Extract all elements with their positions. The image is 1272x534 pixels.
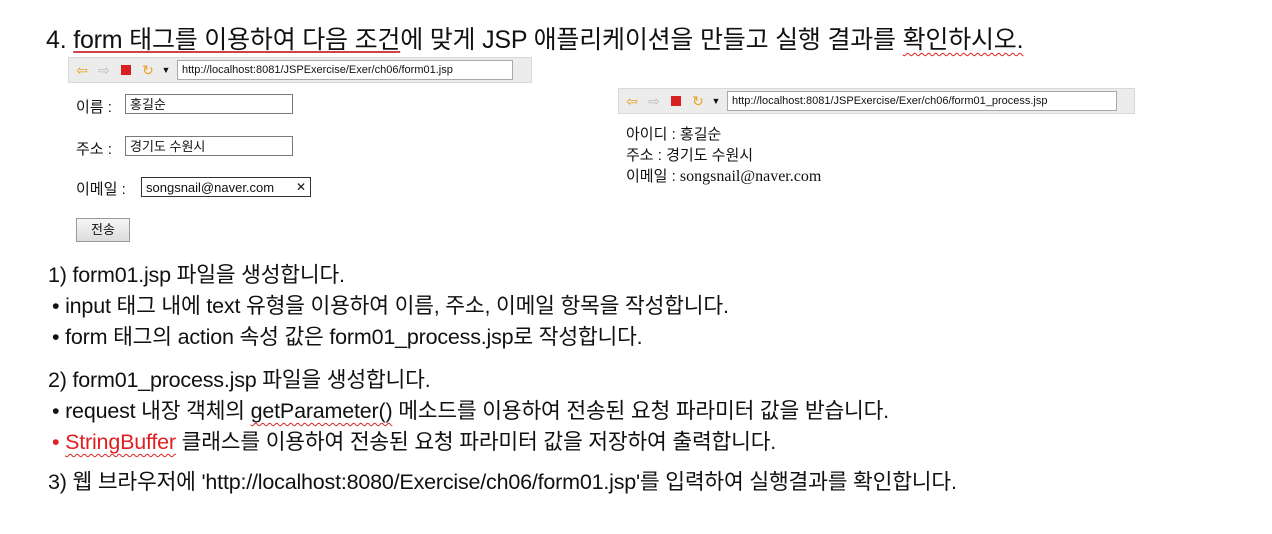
back-arrow-icon[interactable]: ⇦ xyxy=(73,61,91,79)
result-email-label: 이메일 : xyxy=(626,168,676,185)
step2-bullet1: • request 내장 객체의 getParameter() 메소드를 이용하… xyxy=(52,394,889,425)
email-input[interactable]: songsnail@naver.com xyxy=(141,177,311,197)
left-address-bar[interactable]: http://localhost:8081/JSPExercise/Exer/c… xyxy=(177,60,513,80)
step2-bullet2-dot: • xyxy=(52,430,66,454)
forward-arrow-icon[interactable]: ⇨ xyxy=(645,92,663,110)
back-arrow-icon[interactable]: ⇦ xyxy=(623,92,641,110)
dropdown-icon[interactable]: ▼ xyxy=(161,61,171,79)
result-email-line: 이메일 : songsnail@naver.com xyxy=(626,166,821,187)
title-spellcheck-text: 확인하시오. xyxy=(902,26,1024,54)
step2-bullet2-post: 클래스를 이용하여 전송된 요청 파라미터 값을 저장하여 출력합니다. xyxy=(175,430,777,454)
forward-arrow-icon[interactable]: ⇨ xyxy=(95,61,113,79)
question-title: 4. form 태그를 이용하여 다음 조건에 맞게 JSP 애플리케이션을 만… xyxy=(46,20,1024,56)
stop-icon[interactable] xyxy=(117,61,135,79)
submit-button[interactable]: 전송 xyxy=(76,218,130,242)
step3-heading: 3) 웹 브라우저에 'http://localhost:8080/Exerci… xyxy=(48,470,957,494)
result-id-value: 홍길순 xyxy=(679,126,722,143)
left-browser-toolbar: ⇦ ⇨ ↻ ▼ http://localhost:8081/JSPExercis… xyxy=(68,57,532,83)
question-number: 4. xyxy=(46,26,67,54)
name-label: 이름 : xyxy=(76,99,112,116)
address-input[interactable]: 경기도 수원시 xyxy=(125,136,293,156)
right-browser-toolbar: ⇦ ⇨ ↻ ▼ http://localhost:8081/JSPExercis… xyxy=(618,88,1135,114)
result-address-label: 주소 : xyxy=(626,147,662,164)
step1-bullet2: • form 태그의 action 속성 값은 form01_process.j… xyxy=(52,325,643,349)
title-underlined-text: form 태그를 이용하여 다음 조건 xyxy=(73,26,401,54)
result-id-line: 아이디 : 홍길순 xyxy=(626,124,721,145)
getparameter-method: getParameter() xyxy=(250,399,393,423)
step1-heading: 1) form01.jsp 파일을 생성합니다. xyxy=(48,263,345,287)
stringbuffer-class: StringBuffer xyxy=(65,430,176,454)
stop-icon[interactable] xyxy=(667,92,685,110)
refresh-icon[interactable]: ↻ xyxy=(689,92,707,110)
dropdown-icon[interactable]: ▼ xyxy=(711,92,721,110)
address-label: 주소 : xyxy=(76,141,112,158)
result-email-value: songsnail@naver.com xyxy=(679,168,822,185)
refresh-icon[interactable]: ↻ xyxy=(139,61,157,79)
result-id-label: 아이디 : xyxy=(626,126,676,143)
step2-heading: 2) form01_process.jsp 파일을 생성합니다. xyxy=(48,368,431,392)
step2-bullet1-pre: • request 내장 객체의 xyxy=(52,399,251,423)
result-address-value: 경기도 수원시 xyxy=(666,147,754,164)
title-text: 에 맞게 JSP 애플리케이션을 만들고 실행 결과를 xyxy=(400,26,903,54)
clear-icon[interactable]: ✕ xyxy=(296,179,306,195)
step2-bullet2: • StringBuffer 클래스를 이용하여 전송된 요청 파라미터 값을 … xyxy=(52,425,776,456)
email-label: 이메일 : xyxy=(76,181,126,198)
step1-bullet1: • input 태그 내에 text 유형을 이용하여 이름, 주소, 이메일 … xyxy=(52,294,729,318)
name-input[interactable]: 홍길순 xyxy=(125,94,293,114)
result-address-line: 주소 : 경기도 수원시 xyxy=(626,145,753,166)
right-address-bar[interactable]: http://localhost:8081/JSPExercise/Exer/c… xyxy=(727,91,1117,111)
step2-bullet1-post: 메소드를 이용하여 전송된 요청 파라미터 값을 받습니다. xyxy=(392,399,889,423)
